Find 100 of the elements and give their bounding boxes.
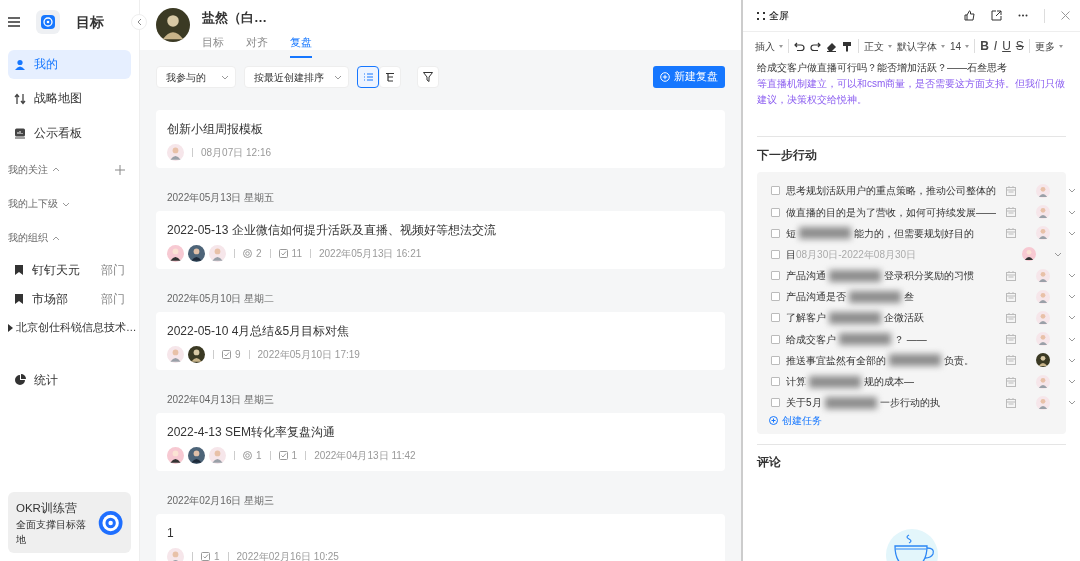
create-task-link[interactable]: 创建任务 xyxy=(757,413,822,429)
task-checkbox[interactable] xyxy=(771,377,780,387)
tab[interactable]: 对齐 xyxy=(246,31,268,59)
calendar-icon[interactable] xyxy=(1006,207,1016,218)
toolbar-dropdown[interactable]: 更多 xyxy=(1034,38,1063,54)
undo-icon[interactable] xyxy=(794,40,805,52)
review-card[interactable]: 创新小组周报模板 08月07日 12:16 xyxy=(156,110,725,168)
task-checkbox[interactable] xyxy=(771,398,780,408)
review-card[interactable]: 1 1 2022年02月16日 10:25 xyxy=(156,514,725,561)
task-text[interactable]: 一步行动的执 xyxy=(879,395,940,411)
chevron-down-icon[interactable] xyxy=(1068,400,1076,406)
review-card[interactable]: 2022-05-13 企业微信如何提升活跃及直播、视频好等想法交流 2 11 2022年05月13日 16:21 xyxy=(156,211,725,269)
calendar-icon[interactable] xyxy=(1006,312,1016,323)
org-name[interactable]: 钉钉天元 xyxy=(32,261,80,279)
group-header[interactable]: 我的组织 xyxy=(8,231,60,246)
calendar-icon[interactable] xyxy=(1006,397,1016,408)
task-checkbox[interactable] xyxy=(771,292,780,302)
promo-card[interactable]: OKR训练营 全面支撑目标落地 xyxy=(8,491,131,553)
task-text[interactable]: 产品沟通 xyxy=(786,268,826,284)
target-icon xyxy=(243,249,252,258)
painter-icon[interactable] xyxy=(842,40,853,52)
tab[interactable]: 复盘 xyxy=(290,31,312,59)
toolbar-dropdown[interactable]: 14 xyxy=(950,38,970,54)
task-text[interactable]: 推送事宜盐然有全部的 xyxy=(786,352,886,368)
chevron-down-icon[interactable] xyxy=(1068,336,1076,342)
thumbs-up-icon[interactable] xyxy=(964,10,975,21)
task-checkbox[interactable] xyxy=(771,249,780,259)
task-text[interactable]: 思考规划活跃用户的重点策略，推动公司整体的 xyxy=(786,183,996,199)
chevron-down-icon[interactable] xyxy=(1068,230,1076,236)
task-text[interactable]: 叁 xyxy=(904,289,914,305)
stats-link[interactable]: 统计 xyxy=(34,371,58,389)
fullscreen-button[interactable]: 全屏 xyxy=(757,8,789,23)
chevron-down-icon[interactable] xyxy=(1068,273,1076,279)
calendar-icon[interactable] xyxy=(1006,185,1016,196)
add-icon[interactable] xyxy=(115,164,125,175)
calendar-icon[interactable] xyxy=(1006,334,1016,345)
more-icon[interactable] xyxy=(1018,14,1028,17)
review-card[interactable]: 2022-4-13 SEM转化率复盘沟通 1 1 2022年04月13日 11:42 xyxy=(156,413,725,471)
format-button[interactable]: I xyxy=(993,37,998,55)
chevron-down-icon[interactable] xyxy=(1068,357,1076,363)
format-button[interactable]: U xyxy=(1002,37,1011,55)
task-text[interactable]: 短 xyxy=(786,225,796,241)
format-button[interactable]: S xyxy=(1015,37,1024,55)
task-text[interactable]: 规的成本— xyxy=(864,374,914,390)
task-text[interactable]: 登录积分奖励的习惯 xyxy=(884,268,974,284)
calendar-icon[interactable] xyxy=(1006,270,1016,281)
task-text[interactable]: 给成交客户 xyxy=(786,331,836,347)
view-toggle[interactable] xyxy=(357,66,379,88)
task-text[interactable]: 了解客户 xyxy=(786,310,826,326)
chevron-down-icon[interactable] xyxy=(1054,251,1062,257)
paragraph: 给成交客户做直播可行吗？能否增加活跃？——石叁思考 xyxy=(757,61,1008,75)
task-checkbox[interactable] xyxy=(771,313,780,323)
org-name[interactable]: 北京创仕科锐信息技术… xyxy=(16,320,137,336)
chevron-down-icon[interactable] xyxy=(1068,315,1076,321)
calendar-icon[interactable] xyxy=(1006,355,1016,366)
task-text[interactable]: 产品沟通是否 xyxy=(786,289,846,305)
chevron-down-icon[interactable] xyxy=(1068,294,1076,300)
nav-item[interactable]: 我的 xyxy=(8,50,131,80)
menu-icon[interactable] xyxy=(8,17,20,27)
chevron-down-icon[interactable] xyxy=(1068,188,1076,194)
task-text[interactable]: 企微活跃 xyxy=(884,310,924,326)
task-text[interactable]: 做直播的目的是为了营收，如何可持续发展—— xyxy=(786,204,996,220)
task-text[interactable]: 目 xyxy=(786,246,796,262)
redo-icon[interactable] xyxy=(810,40,821,52)
task-text[interactable]: ？ —— xyxy=(894,331,927,347)
chevron-down-icon[interactable] xyxy=(1068,379,1076,385)
nav-item[interactable]: 公示看板 xyxy=(8,118,131,148)
group-header[interactable]: 我的上下级 xyxy=(8,197,70,212)
task-checkbox[interactable] xyxy=(771,334,780,344)
review-card[interactable]: 2022-05-10 4月总结&5月目标对焦 9 2022年05月10日 17:19 xyxy=(156,312,725,370)
task-text[interactable]: 关于5月 xyxy=(786,395,822,411)
org-name[interactable]: 市场部 xyxy=(32,290,68,308)
group-header[interactable]: 我的关注 xyxy=(8,162,60,177)
task-text[interactable]: 负责。 xyxy=(944,352,974,368)
filter-dropdown[interactable]: 按最近创建排序 xyxy=(244,66,349,88)
task-text[interactable]: 能力的，但需要规划好目的 xyxy=(854,225,974,241)
calendar-icon[interactable] xyxy=(1006,376,1016,387)
new-review-button[interactable]: 新建复盘 xyxy=(653,66,725,88)
toolbar-dropdown[interactable]: 正文 xyxy=(864,38,892,54)
filter-button[interactable] xyxy=(417,66,439,88)
caret-right-icon[interactable] xyxy=(8,323,13,332)
close-icon[interactable] xyxy=(1061,11,1070,20)
task-checkbox[interactable] xyxy=(771,271,780,281)
task-checkbox[interactable] xyxy=(771,207,780,217)
task-checkbox[interactable] xyxy=(771,186,780,196)
task-text[interactable]: 计算 xyxy=(786,374,806,390)
chevron-down-icon[interactable] xyxy=(1068,209,1076,215)
format-button[interactable]: B xyxy=(980,37,989,55)
toolbar-dropdown[interactable]: 默认字体 xyxy=(897,38,945,54)
calendar-icon[interactable] xyxy=(1006,228,1016,239)
external-link-icon[interactable] xyxy=(991,10,1002,21)
calendar-icon[interactable] xyxy=(1006,291,1016,302)
collapse-button[interactable] xyxy=(131,14,147,30)
eraser-icon[interactable] xyxy=(826,40,837,52)
task-checkbox[interactable] xyxy=(771,355,780,365)
toolbar-dropdown[interactable]: 插入 xyxy=(755,38,783,54)
tab[interactable]: 目标 xyxy=(202,31,224,59)
task-checkbox[interactable] xyxy=(771,228,780,238)
nav-item[interactable]: 战略地图 xyxy=(8,84,131,114)
filter-dropdown[interactable]: 我参与的 xyxy=(156,66,236,88)
